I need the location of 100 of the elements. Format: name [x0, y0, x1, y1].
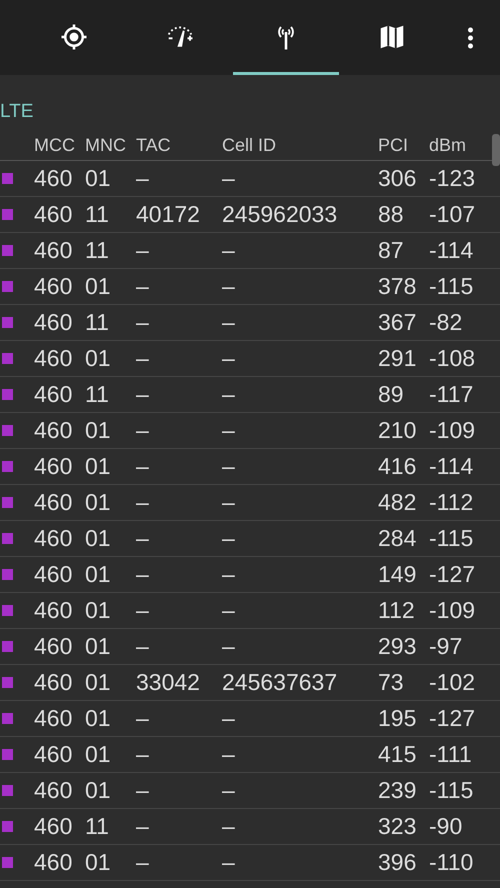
table-cell-text: 11: [85, 381, 110, 408]
square-marker: [2, 785, 13, 796]
table-cell-text: –: [222, 381, 236, 408]
table-cell-text: 460: [34, 777, 74, 804]
table-cell-text: -127: [429, 561, 476, 588]
table-cell-text: -114: [429, 453, 474, 480]
table-cell-text: 482: [378, 489, 418, 516]
column-header: MCC: [34, 134, 76, 156]
table-cell-text: 460: [34, 201, 74, 228]
square-marker: [2, 569, 13, 580]
table-cell-text: 239: [378, 777, 418, 804]
table-cell-text: 112: [378, 597, 416, 624]
table-cell-text: 11: [85, 201, 110, 228]
table-cell-text: -109: [429, 417, 476, 444]
table-cell-text: -117: [429, 381, 474, 408]
table-cell-text: 460: [34, 525, 74, 552]
table-cell-text: -115: [429, 273, 474, 300]
table-cell-text: -115: [429, 525, 474, 552]
table-cell-text: –: [136, 165, 150, 192]
square-marker: [2, 605, 13, 616]
table-cell-text: –: [222, 417, 236, 444]
table-cell-text: 460: [34, 813, 74, 840]
square-marker: [2, 461, 13, 472]
table-cell-text: 40172: [136, 201, 201, 228]
table-cell-text: -112: [429, 489, 474, 516]
table-cell-text: 460: [34, 417, 74, 444]
square-marker: [2, 857, 13, 868]
table-cell-text: 284: [378, 525, 418, 552]
table-cell-text: –: [222, 273, 236, 300]
table-cell-text: 396: [378, 849, 418, 876]
table-cell-text: -82: [429, 309, 464, 336]
column-header: PCI: [378, 134, 410, 156]
table-cell-text: 460: [34, 345, 74, 372]
table-cell-text: -102: [429, 669, 476, 696]
table-cell-text: –: [222, 345, 236, 372]
table-cell-text: –: [222, 849, 236, 876]
table-cell-text: 460: [34, 561, 74, 588]
table-cell-text: –: [222, 489, 236, 516]
table-cell-text: –: [222, 597, 236, 624]
table-cell-text: 460: [34, 849, 74, 876]
table-cell-text: –: [136, 777, 150, 804]
scrollbar[interactable]: [492, 134, 500, 166]
square-marker: [2, 317, 13, 328]
table-cell-text: 01: [85, 417, 112, 444]
square-marker: [2, 281, 13, 292]
table-cell-text: 01: [85, 777, 112, 804]
table-cell-text: –: [222, 165, 236, 192]
square-marker: [2, 533, 13, 544]
table-cell-text: –: [136, 597, 150, 624]
table-cell-text: 306: [378, 165, 418, 192]
table-cell-text: 460: [34, 273, 74, 300]
table-cell-text: 01: [85, 345, 112, 372]
table-cell-text: 87: [378, 237, 405, 264]
table-cell-text: 01: [85, 561, 112, 588]
column-header: MNC: [85, 134, 127, 156]
table-cell-text: -114: [429, 237, 474, 264]
table-cell-text: -110: [429, 849, 474, 876]
column-header: Cell ID: [222, 134, 278, 156]
table-cell-text: 01: [85, 597, 112, 624]
table-cell-text: –: [136, 345, 150, 372]
table-cell-text: 210: [378, 417, 418, 444]
square-marker: [2, 821, 13, 832]
table-cell-text: 11: [85, 813, 110, 840]
square-marker: [2, 245, 13, 256]
table-cell-text: –: [222, 525, 236, 552]
square-marker: [2, 173, 13, 184]
table-cell-text: –: [136, 309, 150, 336]
table-cell-text: 460: [34, 489, 74, 516]
table-cell-text: 378: [378, 273, 418, 300]
table-cell-text: 291: [378, 345, 418, 372]
table-cell-text: –: [136, 417, 150, 444]
table-cell-text: 293: [378, 633, 418, 660]
section-title: LTE: [0, 100, 34, 124]
table-cell-text: –: [136, 381, 150, 408]
table-cell-text: 460: [34, 705, 74, 732]
table-cell-text: 367: [378, 309, 418, 336]
table-cell-text: -111: [429, 741, 473, 768]
square-marker: [2, 209, 13, 220]
table-cell-text: 149: [378, 561, 418, 588]
table-cell-text: -90: [429, 813, 464, 840]
column-header: dBm: [429, 134, 468, 156]
table-cell-text: 88: [378, 201, 405, 228]
table-cell-text: 460: [34, 165, 74, 192]
table-cell-text: –: [136, 453, 150, 480]
square-marker: [2, 677, 13, 688]
table-cell-text: 01: [85, 849, 112, 876]
table-cell-text: 323: [378, 813, 418, 840]
table-cell-text: 460: [34, 453, 74, 480]
table-cell-text: 01: [85, 165, 112, 192]
square-marker: [2, 353, 13, 364]
table-cell-text: -108: [429, 345, 476, 372]
table-cell-text: –: [222, 633, 236, 660]
table-cell-text: 195: [378, 705, 418, 732]
table-cell-text: -97: [429, 633, 464, 660]
table-cell-text: 460: [34, 669, 74, 696]
table-cell-text: –: [222, 741, 236, 768]
menu-icon[interactable]: [467, 26, 474, 48]
square-marker: [2, 713, 13, 724]
table-cell-text: –: [222, 453, 236, 480]
table-cell-text: –: [136, 849, 150, 876]
